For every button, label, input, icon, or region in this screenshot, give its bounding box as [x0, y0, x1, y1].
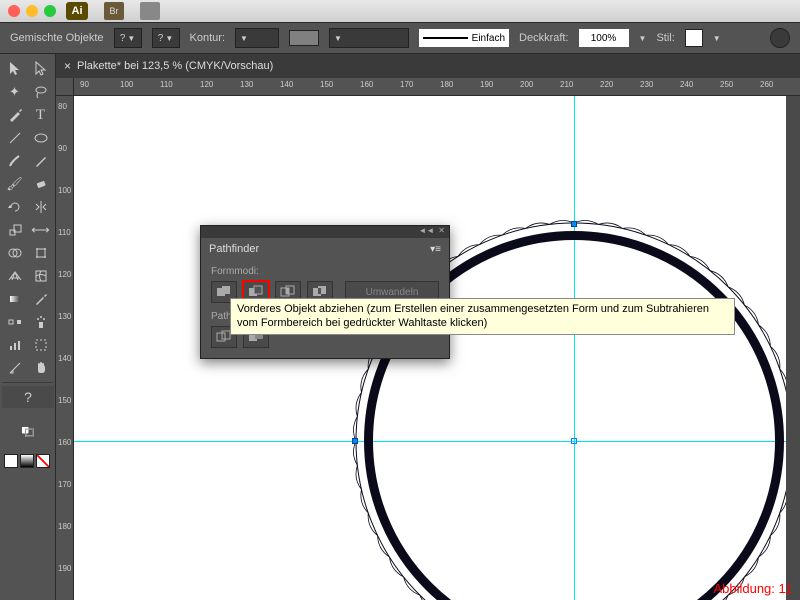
stroke-width-sel[interactable]: ▼: [329, 28, 409, 48]
color-mode[interactable]: [4, 454, 18, 468]
right-panel-strip[interactable]: [786, 96, 800, 600]
style-swatch[interactable]: [685, 29, 703, 47]
perspective-grid-tool[interactable]: [2, 265, 27, 287]
pencil-tool[interactable]: [28, 150, 53, 172]
rotate-tool[interactable]: [2, 196, 27, 218]
reflect-tool[interactable]: [28, 196, 53, 218]
anchor-left[interactable]: [352, 438, 358, 444]
ellipse-tool[interactable]: [28, 127, 53, 149]
figure-label: Abbildung: 11: [713, 581, 792, 596]
unknown-tool[interactable]: ?: [2, 386, 54, 408]
panel-menu-icon[interactable]: ▾≡: [430, 244, 441, 255]
doc-close-icon[interactable]: ×: [64, 59, 71, 73]
close-traffic[interactable]: [8, 5, 20, 17]
stroke-swatch[interactable]: [289, 30, 319, 46]
doc-title: Plakette* bei 123,5 % (CMYK/Vorschau): [77, 60, 273, 72]
anchor-center[interactable]: [571, 438, 577, 444]
style-arrow[interactable]: ▼: [713, 34, 721, 43]
opacity-arrow[interactable]: ▼: [639, 34, 647, 43]
symbol-sprayer-tool[interactable]: [28, 311, 53, 333]
free-transform-tool[interactable]: [28, 242, 53, 264]
stil-label: Stil:: [656, 32, 674, 44]
line-tool[interactable]: [2, 127, 27, 149]
column-graph-tool[interactable]: [2, 334, 27, 356]
formmodi-label: Formmodi:: [211, 266, 439, 277]
control-bar: Gemischte Objekte ?▼ ?▼ Kontur: ▼ ▼ Einf…: [0, 22, 800, 54]
ruler-origin[interactable]: [56, 78, 74, 96]
type-tool[interactable]: T: [28, 104, 53, 126]
panel-toggle[interactable]: [770, 28, 790, 48]
titlebar: Ai Br: [0, 0, 800, 22]
pen-tool[interactable]: [2, 104, 27, 126]
artboard-tool[interactable]: [28, 334, 53, 356]
scale-tool[interactable]: [2, 219, 27, 241]
mesh-tool[interactable]: [28, 265, 53, 287]
anchor-top[interactable]: [571, 221, 577, 227]
stroke-style-sel[interactable]: Einfach: [419, 29, 509, 47]
lasso-tool[interactable]: [28, 81, 53, 103]
tooltip: Vorderes Objekt abziehen (zum Erstellen …: [230, 298, 735, 335]
pathfinder-tab[interactable]: Pathfinder: [209, 243, 259, 255]
hand-tool[interactable]: [28, 357, 53, 379]
magic-wand-tool[interactable]: ✦: [2, 81, 27, 103]
zoom-traffic[interactable]: [44, 5, 56, 17]
brush-tool[interactable]: [2, 150, 27, 172]
opacity-input[interactable]: 100%: [579, 29, 629, 47]
kontur-label: Kontur:: [190, 32, 225, 44]
collapse-icon[interactable]: ◄◄: [418, 226, 434, 238]
gradient-tool[interactable]: [2, 288, 27, 310]
none-mode[interactable]: [36, 454, 50, 468]
pathfinder-panel: ◄◄✕ Pathfinder▾≡ Formmodi: Umwandeln Pat…: [200, 225, 450, 359]
bridge-icon[interactable]: Br: [104, 2, 124, 20]
selection-type: Gemischte Objekte: [10, 32, 104, 44]
blob-brush-tool[interactable]: 🖌: [2, 173, 27, 195]
deckkraft-label: Deckkraft:: [519, 32, 569, 44]
app-badge: Ai: [66, 2, 88, 20]
eraser-tool[interactable]: [28, 173, 53, 195]
toolbox: ✦ T 🖌 ⟷: [0, 54, 56, 600]
gradient-mode[interactable]: [20, 454, 34, 468]
arrange-icon[interactable]: [140, 2, 160, 20]
direct-selection-tool[interactable]: [28, 58, 53, 80]
fill-dropdown[interactable]: ?▼: [114, 28, 142, 48]
eyedropper-tool[interactable]: [28, 288, 53, 310]
ruler-vertical[interactable]: 8090100110120130140150160170180190: [56, 96, 74, 600]
shape-builder-tool[interactable]: [2, 242, 27, 264]
close-icon[interactable]: ✕: [438, 226, 445, 238]
minimize-traffic[interactable]: [26, 5, 38, 17]
stroke-dropdown[interactable]: ?▼: [152, 28, 180, 48]
width-tool[interactable]: ⟷: [28, 219, 53, 241]
pathfinder-header[interactable]: ◄◄ ✕: [201, 226, 449, 238]
selection-tool[interactable]: [2, 58, 27, 80]
ruler-horizontal[interactable]: 9010011012013014015016017018019020021022…: [74, 78, 800, 96]
slice-tool[interactable]: [2, 357, 27, 379]
stroke-weight[interactable]: ▼: [235, 28, 279, 48]
fill-stroke-swap[interactable]: [2, 413, 53, 449]
blend-tool[interactable]: [2, 311, 27, 333]
document-tab[interactable]: × Plakette* bei 123,5 % (CMYK/Vorschau): [56, 54, 800, 78]
